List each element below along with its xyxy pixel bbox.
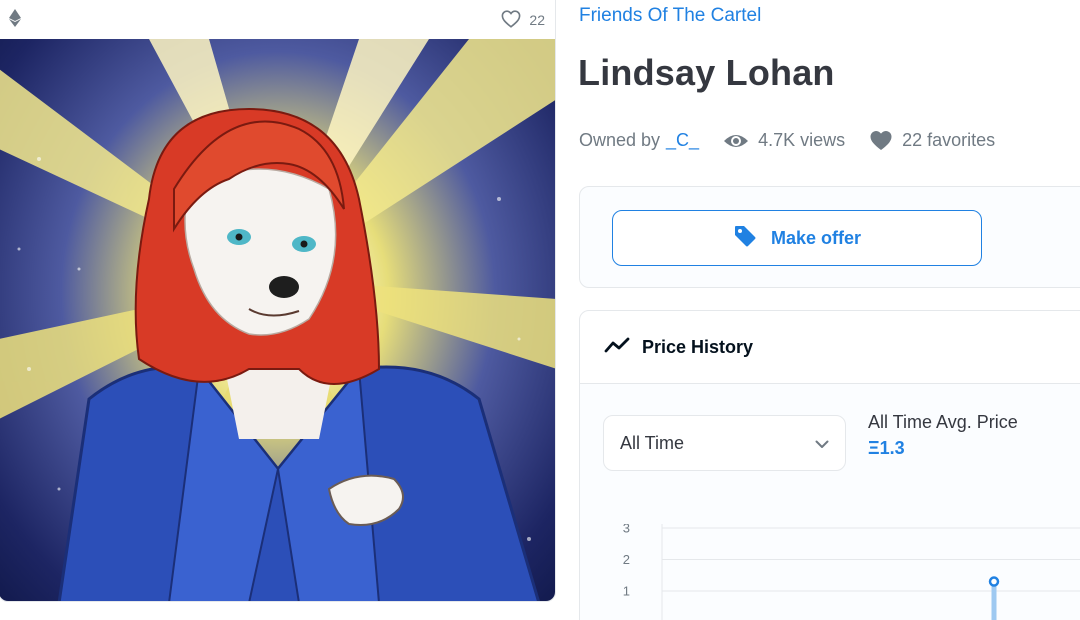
card-header: 22 xyxy=(0,0,555,39)
avg-price-value: Ξ1.3 xyxy=(868,438,905,458)
y-tick-label: 1 xyxy=(623,584,630,599)
trending-line-icon xyxy=(604,336,630,359)
favorites-count: 22 favorites xyxy=(902,130,996,150)
item-meta: Owned by _C_ 4.7K views 22 favorites xyxy=(579,130,995,151)
collection-link[interactable]: Friends Of The Cartel xyxy=(579,5,761,27)
offer-panel: Make offer xyxy=(579,186,1080,288)
price-history-chart: 3 2 1 xyxy=(623,524,1080,620)
favorite-toggle[interactable]: 22 xyxy=(501,9,545,31)
time-range-select[interactable]: All Time xyxy=(603,415,846,471)
nft-image[interactable] xyxy=(0,39,555,601)
y-tick-label: 2 xyxy=(623,552,630,567)
make-offer-label: Make offer xyxy=(770,227,862,248)
nft-card: 22 xyxy=(0,0,556,602)
heart-outline-icon xyxy=(501,9,521,31)
price-history-header[interactable]: Price History xyxy=(580,311,1080,384)
item-title: Lindsay Lohan xyxy=(578,52,835,93)
price-history-body: All Time All Time Avg. Price Ξ1.3 3 2 1 xyxy=(580,384,1080,620)
heart-filled-icon xyxy=(869,130,893,151)
y-tick-label: 3 xyxy=(623,524,630,536)
price-history-title: Price History xyxy=(642,336,754,357)
tag-icon xyxy=(733,224,757,253)
make-offer-button[interactable]: Make offer xyxy=(612,210,982,266)
price-volume-bar xyxy=(991,581,997,620)
chevron-down-icon xyxy=(815,433,829,454)
owner-info: Owned by _C_ xyxy=(579,130,699,151)
time-range-value: All Time xyxy=(620,432,685,453)
price-data-point[interactable] xyxy=(988,576,1000,587)
avg-price-label: All Time Avg. Price xyxy=(868,412,1018,432)
views-stat: 4.7K views xyxy=(723,130,845,151)
eye-icon xyxy=(723,132,749,150)
views-count: 4.7K views xyxy=(758,130,846,150)
ethereum-icon xyxy=(9,8,21,32)
owner-link[interactable]: _C_ xyxy=(666,130,699,151)
favorite-count: 22 xyxy=(529,12,545,28)
price-history-panel: Price History All Time All Time Avg. Pri… xyxy=(579,310,1080,620)
favorites-stat[interactable]: 22 favorites xyxy=(869,130,995,151)
owned-by-label: Owned by xyxy=(579,130,661,150)
